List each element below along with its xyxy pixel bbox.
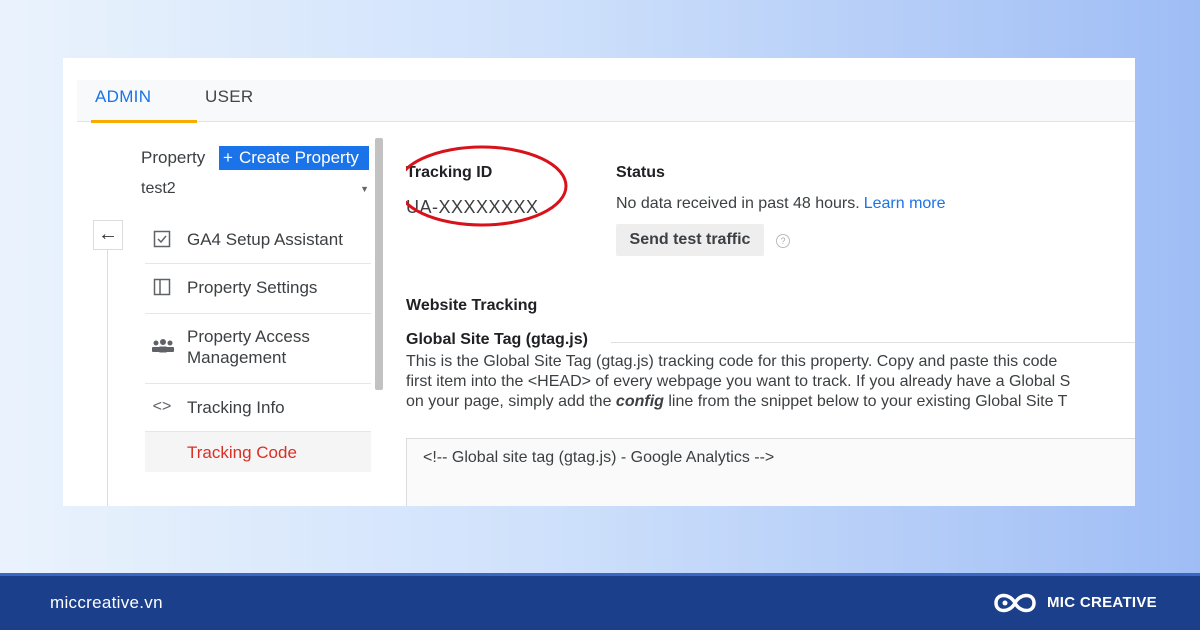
property-select-value: test2	[141, 180, 176, 197]
sidebar-scrollbar[interactable]	[375, 138, 383, 390]
description-line: first item into the <HEAD> of every webp…	[406, 373, 1071, 390]
people-icon	[151, 338, 174, 359]
sidebar-item-property-access-management[interactable]: Property Access Management	[145, 314, 371, 384]
section-divider	[611, 342, 1135, 343]
sidebar-item-label: Tracking Info	[187, 398, 285, 417]
sidebar-item-property-settings[interactable]: Property Settings	[145, 264, 371, 314]
config-keyword: config	[615, 393, 664, 410]
global-site-tag-description: This is the Global Site Tag (gtag.js) tr…	[406, 352, 1135, 412]
tracking-code-snippet[interactable]: <!-- Global site tag (gtag.js) - Google …	[406, 438, 1135, 506]
arrow-left-icon: ←	[98, 223, 118, 245]
learn-more-link[interactable]: Learn more	[864, 195, 946, 212]
window-icon	[151, 278, 173, 301]
sidebar-item-tracking-info[interactable]: <> Tracking Info	[145, 384, 371, 432]
description-text: on your page, simply add the	[406, 393, 612, 410]
description-line: This is the Global Site Tag (gtag.js) tr…	[406, 353, 1058, 370]
sidebar-subitem-tracking-code[interactable]: Tracking Code	[145, 432, 371, 472]
code-line: <!-- Global site tag (gtag.js) - Google …	[423, 449, 775, 466]
tracking-code-panel: Tracking ID UA-XXXXXXXX Status No data r…	[406, 122, 1135, 506]
help-icon[interactable]: ?	[776, 234, 790, 248]
plus-icon: +	[223, 148, 233, 167]
status-label: Status	[616, 164, 665, 181]
sidebar-divider	[107, 220, 108, 506]
description-line: on your page, simply add the config line…	[406, 392, 1135, 412]
send-test-traffic-button[interactable]: Send test traffic	[616, 224, 764, 256]
property-sidebar: Property + Create Property test2 ▼ ← GA4 …	[63, 122, 393, 506]
admin-tab-bar: ADMIN USER	[77, 80, 1135, 123]
property-select[interactable]: test2 ▼	[141, 180, 369, 204]
sidebar-item-label: Property Settings	[187, 278, 318, 297]
checkbox-icon	[151, 230, 173, 253]
sidebar-item-label: Property Access Management	[187, 327, 310, 367]
create-property-label: Create Property	[238, 148, 359, 167]
footer-brand-name: MIC CREATIVE	[1047, 594, 1157, 611]
status-text: No data received in past 48 hours. Learn …	[616, 195, 946, 213]
sidebar-item-ga4-setup-assistant[interactable]: GA4 Setup Assistant	[145, 218, 371, 264]
footer-website-url[interactable]: miccreative.vn	[50, 593, 163, 613]
back-arrow-button[interactable]: ←	[93, 220, 123, 250]
highlight-circle	[406, 145, 568, 227]
tab-admin[interactable]: ADMIN	[91, 80, 197, 123]
property-label: Property	[141, 148, 206, 167]
website-tracking-heading: Website Tracking	[406, 297, 538, 314]
sidebar-subitem-label: Tracking Code	[187, 443, 297, 462]
footer-bar: miccreative.vn MIC CREATIVE	[0, 573, 1200, 630]
global-site-tag-heading: Global Site Tag (gtag.js)	[406, 331, 588, 348]
mic-creative-logo-icon	[994, 593, 1036, 613]
status-message: No data received in past 48 hours.	[616, 195, 860, 212]
chevron-down-icon: ▼	[360, 184, 369, 194]
analytics-admin-screenshot: ADMIN USER Property + Create Property tes…	[63, 58, 1135, 506]
sidebar-item-label: GA4 Setup Assistant	[187, 230, 343, 249]
create-property-button[interactable]: + Create Property	[219, 146, 369, 170]
code-brackets-icon: <>	[152, 398, 172, 415]
description-text: line from the snippet below to your exis…	[668, 393, 1068, 410]
tab-user[interactable]: USER	[205, 80, 253, 122]
